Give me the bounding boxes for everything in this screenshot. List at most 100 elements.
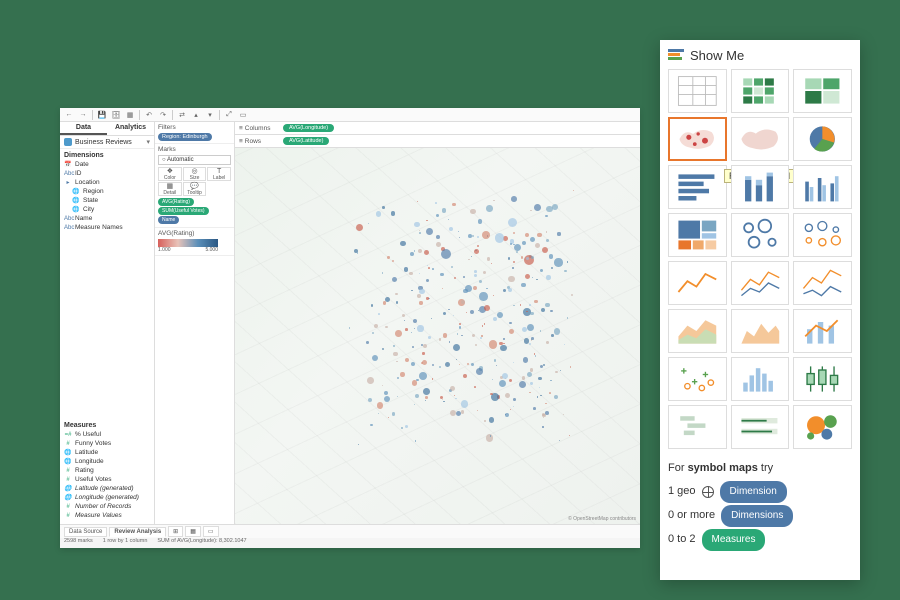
rows-shelf[interactable]: ≡Rows AVG(Latitude)	[235, 135, 640, 148]
fit-icon[interactable]: ⤢	[224, 110, 234, 120]
viz-heatmap[interactable]	[731, 69, 790, 113]
chevron-down-icon: ▾	[146, 138, 150, 146]
field-city[interactable]: 🌐City	[62, 205, 152, 214]
new-sheet-icon[interactable]: ▦	[125, 110, 135, 120]
marks-color[interactable]: ❖Color	[158, 167, 182, 181]
viz-stacked-bar[interactable]	[731, 165, 790, 209]
abc-icon: Abc	[64, 171, 72, 177]
marks-size[interactable]: ◎Size	[183, 167, 207, 181]
map-view[interactable]: © OpenStreetMap contributors	[235, 148, 640, 524]
side-tabs: Data Analytics	[60, 122, 154, 136]
sort-desc-icon[interactable]: ▾	[205, 110, 215, 120]
tab-sheet[interactable]: Review Analysis	[109, 527, 166, 537]
dimensions-header: Dimensions	[60, 149, 154, 160]
viz-scatter[interactable]	[668, 357, 727, 401]
field-lon-gen[interactable]: 🌐Longitude (generated)	[62, 493, 152, 502]
viz-packed-bubbles[interactable]	[793, 405, 852, 449]
viz-dual-line[interactable]	[793, 261, 852, 305]
globe-icon: 🌐	[72, 197, 80, 204]
tooltip-icon: 💬	[190, 183, 199, 190]
field-latitude[interactable]: 🌐Latitude	[62, 448, 152, 457]
field-longitude[interactable]: 🌐Longitude	[62, 457, 152, 466]
showme-title: Show Me	[690, 48, 744, 63]
field-measure-names[interactable]: AbcMeasure Names	[62, 223, 152, 232]
columns-pill[interactable]: AVG(Longitude)	[283, 124, 334, 132]
marks-card: Marks ○ Automatic ❖Color ◎Size TLabel ▦D…	[155, 144, 234, 228]
number-icon: #	[64, 468, 72, 474]
presentation-icon[interactable]: ▭	[238, 110, 248, 120]
viz-hbar[interactable]: Recommended	[668, 165, 727, 209]
viz-pie-chart[interactable]	[793, 117, 852, 161]
tab-datasource[interactable]: Data Source	[64, 527, 107, 537]
number-icon: #	[64, 477, 72, 483]
viz-filled-map[interactable]	[731, 117, 790, 161]
show-me-panel: Show Me Recommended	[660, 40, 860, 580]
mark-pill-useful[interactable]: SUM(Useful Votes)	[158, 207, 209, 215]
field-measure-values[interactable]: #Measure Values	[62, 511, 152, 520]
map-attribution: © OpenStreetMap contributors	[568, 516, 636, 522]
marks-tooltip[interactable]: 💬Tooltip	[183, 182, 207, 196]
sheet-tabs-bar: Data Source Review Analysis ⊞ ▦ ▭	[60, 524, 640, 538]
new-worksheet-button[interactable]: ⊞	[168, 526, 183, 537]
viz-circle-view[interactable]	[731, 213, 790, 257]
hint-meas-count: 0 to 2	[668, 530, 696, 550]
dimensions-list: 📅Date AbcID ▸Location 🌐Region 🌐State 🌐Ci…	[60, 160, 154, 232]
rows-pill[interactable]: AVG(Latitude)	[283, 137, 329, 145]
field-num-records[interactable]: #Number of Records	[62, 502, 152, 511]
marks-detail[interactable]: ▦Detail	[158, 182, 182, 196]
back-icon[interactable]: ←	[64, 110, 74, 120]
sort-asc-icon[interactable]: ▴	[191, 110, 201, 120]
viz-line-discrete[interactable]	[731, 261, 790, 305]
field-date[interactable]: 📅Date	[62, 160, 152, 169]
globe-icon: 🌐	[72, 188, 80, 195]
field-id[interactable]: AbcID	[62, 169, 152, 178]
viz-treemap[interactable]	[668, 213, 727, 257]
new-datasource-icon[interactable]: 🗄	[111, 110, 121, 120]
swap-icon[interactable]: ⇄	[177, 110, 187, 120]
hint-dims-count: 0 or more	[668, 506, 715, 526]
legend-gradient	[158, 239, 218, 247]
field-name[interactable]: AbcName	[62, 214, 152, 223]
datasource-selector[interactable]: Business Reviews ▾	[60, 136, 154, 149]
viz-side-by-side-circle[interactable]	[793, 213, 852, 257]
viz-box-plot[interactable]	[793, 357, 852, 401]
field-state[interactable]: 🌐State	[62, 196, 152, 205]
hierarchy-icon: ▸	[64, 179, 72, 186]
field-location[interactable]: ▸Location	[62, 178, 152, 187]
viz-line-continuous[interactable]	[668, 261, 727, 305]
field-region[interactable]: 🌐Region	[62, 187, 152, 196]
viz-bullet[interactable]	[731, 405, 790, 449]
viz-area-discrete[interactable]	[731, 309, 790, 353]
forward-icon[interactable]: →	[78, 110, 88, 120]
marks-type-dropdown[interactable]: ○ Automatic	[158, 155, 231, 165]
redo-icon[interactable]: ↷	[158, 110, 168, 120]
new-story-button[interactable]: ▭	[203, 526, 219, 537]
filters-label: Filters	[158, 124, 231, 131]
tab-analytics[interactable]: Analytics	[107, 122, 154, 135]
legend-card: AVG(Rating) 1.000 5.000	[155, 228, 234, 256]
viz-histogram[interactable]	[731, 357, 790, 401]
filter-pill-region[interactable]: Region: Edinburgh	[158, 133, 212, 141]
globe-icon: 🌐	[72, 206, 80, 213]
viz-area-continuous[interactable]	[668, 309, 727, 353]
field-funny-votes[interactable]: #Funny Votes	[62, 439, 152, 448]
columns-icon: ≡	[239, 125, 243, 132]
new-dashboard-button[interactable]: ▦	[185, 526, 201, 537]
mark-pill-name[interactable]: Name	[158, 216, 179, 224]
columns-shelf[interactable]: ≡Columns AVG(Longitude)	[235, 122, 640, 135]
field-useful-votes[interactable]: #Useful Votes	[62, 475, 152, 484]
viz-text-table[interactable]	[668, 69, 727, 113]
marks-label[interactable]: TLabel	[207, 167, 231, 181]
field-pct-useful[interactable]: =#% Useful	[62, 430, 152, 439]
undo-icon[interactable]: ↶	[144, 110, 154, 120]
field-rating[interactable]: #Rating	[62, 466, 152, 475]
viz-highlight-table[interactable]	[793, 69, 852, 113]
viz-dual-combination[interactable]	[793, 309, 852, 353]
mark-pill-rating[interactable]: AVG(Rating)	[158, 198, 194, 206]
field-lat-gen[interactable]: 🌐Latitude (generated)	[62, 484, 152, 493]
tab-data[interactable]: Data	[60, 122, 107, 135]
viz-side-by-side-bar[interactable]	[793, 165, 852, 209]
viz-gantt[interactable]	[668, 405, 727, 449]
save-icon[interactable]: 💾	[97, 110, 107, 120]
viz-symbol-map[interactable]	[668, 117, 727, 161]
